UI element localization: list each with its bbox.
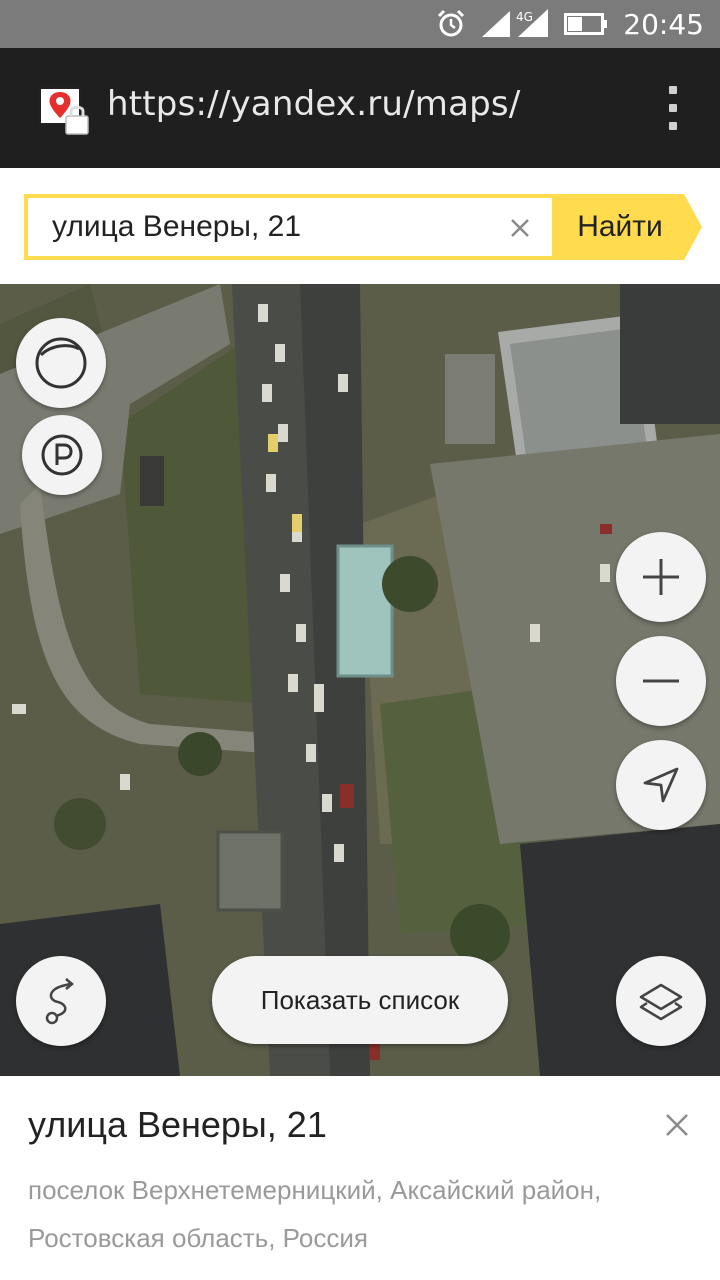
my-location-button[interactable] (616, 740, 706, 830)
status-bar: 4G 20:45 (0, 0, 720, 48)
zoom-in-icon (643, 559, 679, 595)
yandex-maps-lock-icon[interactable] (38, 86, 90, 138)
route-button[interactable] (16, 956, 106, 1046)
place-title: улица Венеры, 21 (28, 1104, 327, 1145)
parking-button[interactable] (22, 415, 102, 495)
close-icon[interactable] (502, 210, 538, 246)
show-list-label: Показать список (260, 984, 460, 1015)
layers-icon (639, 983, 683, 1021)
my-location-icon (643, 767, 679, 803)
show-list-button[interactable]: Показать список (212, 956, 508, 1044)
signal-icon: 4G (482, 9, 548, 37)
traffic-icon (35, 337, 87, 389)
find-button[interactable]: Найти (552, 194, 702, 260)
route-icon (45, 978, 74, 1025)
search-row: Найти (0, 168, 720, 284)
status-icons: 4G (436, 8, 608, 40)
search-box (24, 194, 554, 260)
close-icon[interactable] (664, 1112, 690, 1138)
overflow-menu-icon[interactable] (666, 86, 680, 130)
battery-icon (564, 13, 607, 35)
clock: 20:45 (623, 8, 704, 41)
zoom-in-button[interactable] (616, 532, 706, 622)
map-view[interactable]: Показать список (0, 284, 720, 1076)
place-card: улица Венеры, 21 поселок Верхнетемерницк… (0, 1076, 720, 1280)
place-address: поселок Верхнетемерницкий, Аксайский рай… (28, 1175, 602, 1253)
browser-toolbar: https://yandex.ru/maps/ (0, 48, 720, 168)
find-button-label: Найти (577, 210, 663, 243)
zoom-out-icon (643, 679, 679, 683)
traffic-button[interactable] (16, 318, 106, 408)
zoom-out-button[interactable] (616, 636, 706, 726)
alarm-icon (437, 9, 465, 37)
address-bar-url[interactable]: https://yandex.ru/maps/ (107, 84, 521, 124)
parking-icon (41, 434, 83, 476)
search-input[interactable] (28, 210, 478, 244)
network-type: 4G (516, 10, 533, 24)
layers-button[interactable] (616, 956, 706, 1046)
